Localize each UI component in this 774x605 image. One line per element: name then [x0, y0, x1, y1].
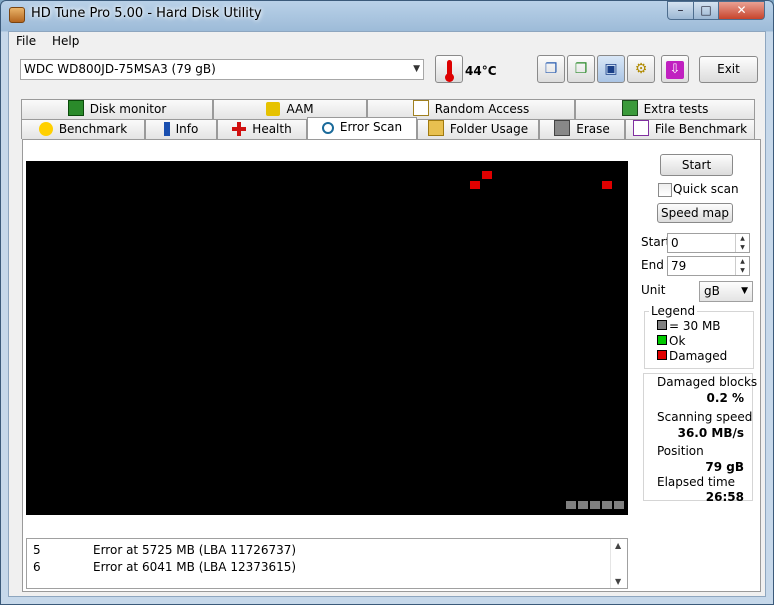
damaged-swatch-icon [657, 350, 667, 360]
folder-icon [427, 120, 444, 136]
start-scan-button[interactable]: Start [660, 154, 733, 176]
drive-select-value: WDC WD800JD-75MSA3 (79 gB) [24, 62, 216, 76]
window-title: HD Tune Pro 5.00 - Hard Disk Utility [31, 6, 262, 21]
trash-icon [554, 120, 571, 136]
temperature-readout: 44°C [465, 64, 497, 78]
tab-extra-tests[interactable]: Extra tests [575, 99, 755, 119]
speaker-icon [266, 102, 281, 116]
scanning-speed-value: 36.0 MB/s [677, 426, 744, 440]
quick-scan-label[interactable]: Quick scan [673, 182, 739, 196]
download-button[interactable]: ⇩ [661, 55, 689, 83]
maximize-button[interactable]: □ [693, 1, 719, 20]
menu-bar: File Help [9, 32, 765, 51]
error-scan-panel: 5 Error at 5725 MB (LBA 11726737) 6 Erro… [22, 139, 761, 592]
magnifier-icon [321, 122, 334, 134]
legend-damaged: Damaged [657, 349, 727, 363]
end-field-label: End [641, 258, 664, 272]
copy-text-icon: ❐ [544, 61, 558, 77]
unit-select[interactable]: gB ▼ [699, 281, 753, 302]
position-value: 79 gB [705, 460, 744, 474]
exit-button[interactable]: Exit [699, 56, 758, 83]
spin-arrows-icon[interactable]: ▲ ▼ [735, 234, 749, 252]
tab-disk-monitor[interactable]: Disk monitor [21, 99, 213, 119]
thermometer-bulb-icon [445, 73, 454, 82]
copy-screenshot-button[interactable]: ❐ [567, 55, 595, 83]
tab-erase[interactable]: Erase [539, 119, 625, 139]
scroll-up-icon[interactable]: ▲ [615, 541, 621, 550]
tab-file-benchmark[interactable]: File Benchmark [625, 119, 755, 139]
unscanned-block [590, 501, 600, 509]
temperature-button[interactable] [435, 55, 463, 83]
title-bar[interactable]: HD Tune Pro 5.00 - Hard Disk Utility – □… [1, 1, 773, 31]
error-log-list[interactable]: 5 Error at 5725 MB (LBA 11726737) 6 Erro… [26, 538, 628, 589]
save-icon: ▣ [604, 61, 618, 77]
damaged-block [470, 181, 480, 189]
options-icon: ⚙ [634, 61, 648, 77]
legend-ok: Ok [657, 334, 685, 348]
random-access-icon [412, 100, 429, 116]
start-field-label: Start [641, 235, 671, 249]
unscanned-block [578, 501, 588, 509]
unscanned-block [602, 501, 612, 509]
damaged-block [482, 171, 492, 179]
menu-help[interactable]: Help [52, 34, 79, 48]
elapsed-time-value: 26:58 [705, 490, 744, 504]
unscanned-swatch-icon [657, 320, 667, 330]
info-icon [163, 122, 170, 136]
unscanned-block [614, 501, 624, 509]
damaged-block [602, 181, 612, 189]
start-position-input[interactable]: 0 ▲ ▼ [667, 233, 750, 253]
copy-screenshot-icon: ❐ [574, 61, 588, 77]
legend-block-size: = 30 MB [657, 319, 721, 333]
hdtune-app-icon [9, 7, 25, 23]
position-label: Position [657, 444, 704, 458]
menu-file[interactable]: File [16, 34, 36, 48]
close-button[interactable]: ✕ [718, 1, 765, 20]
client-area: File Help WDC WD800JD-75MSA3 (79 gB) ▼ 4… [8, 31, 766, 597]
spin-arrows-icon[interactable]: ▲ ▼ [735, 257, 749, 275]
quick-scan-checkbox[interactable] [658, 183, 672, 197]
lightbulb-icon [38, 122, 53, 136]
tab-folder-usage[interactable]: Folder Usage [417, 119, 539, 139]
main-window: HD Tune Pro 5.00 - Hard Disk Utility – □… [0, 0, 774, 605]
health-cross-icon [232, 122, 247, 136]
log-scrollbar[interactable]: ▲ ▼ [610, 539, 627, 588]
copy-text-button[interactable]: ❐ [537, 55, 565, 83]
scroll-down-icon[interactable]: ▼ [615, 577, 621, 586]
extra-tests-icon [621, 100, 638, 116]
drive-select[interactable]: WDC WD800JD-75MSA3 (79 gB) ▼ [20, 59, 424, 80]
tab-error-scan[interactable]: Error Scan [307, 117, 417, 139]
ok-swatch-icon [657, 335, 667, 345]
tab-benchmark[interactable]: Benchmark [21, 119, 145, 139]
unit-label: Unit [641, 283, 666, 297]
elapsed-time-label: Elapsed time [657, 475, 736, 489]
options-button[interactable]: ⚙ [627, 55, 655, 83]
file-benchmark-icon [632, 120, 649, 136]
chevron-down-icon: ▼ [741, 286, 748, 296]
save-button[interactable]: ▣ [597, 55, 625, 83]
tab-info[interactable]: Info [145, 119, 217, 139]
download-icon: ⇩ [666, 61, 684, 79]
chevron-down-icon: ▼ [413, 64, 420, 74]
damaged-blocks-value: 0.2 % [706, 391, 744, 405]
tab-health[interactable]: Health [217, 119, 307, 139]
damaged-blocks-label: Damaged blocks [657, 375, 758, 389]
tab-aam[interactable]: AAM [213, 99, 367, 119]
disk-monitor-icon [67, 100, 84, 116]
tab-random-access[interactable]: Random Access [367, 99, 575, 119]
scanning-speed-label: Scanning speed [657, 410, 753, 424]
unscanned-block [566, 501, 576, 509]
speed-map-button[interactable]: Speed map [657, 203, 733, 223]
end-position-input[interactable]: 79 ▲ ▼ [667, 256, 750, 276]
scan-block-map [26, 161, 628, 515]
minimize-button[interactable]: – [667, 1, 694, 20]
legend-title: Legend [649, 304, 698, 318]
